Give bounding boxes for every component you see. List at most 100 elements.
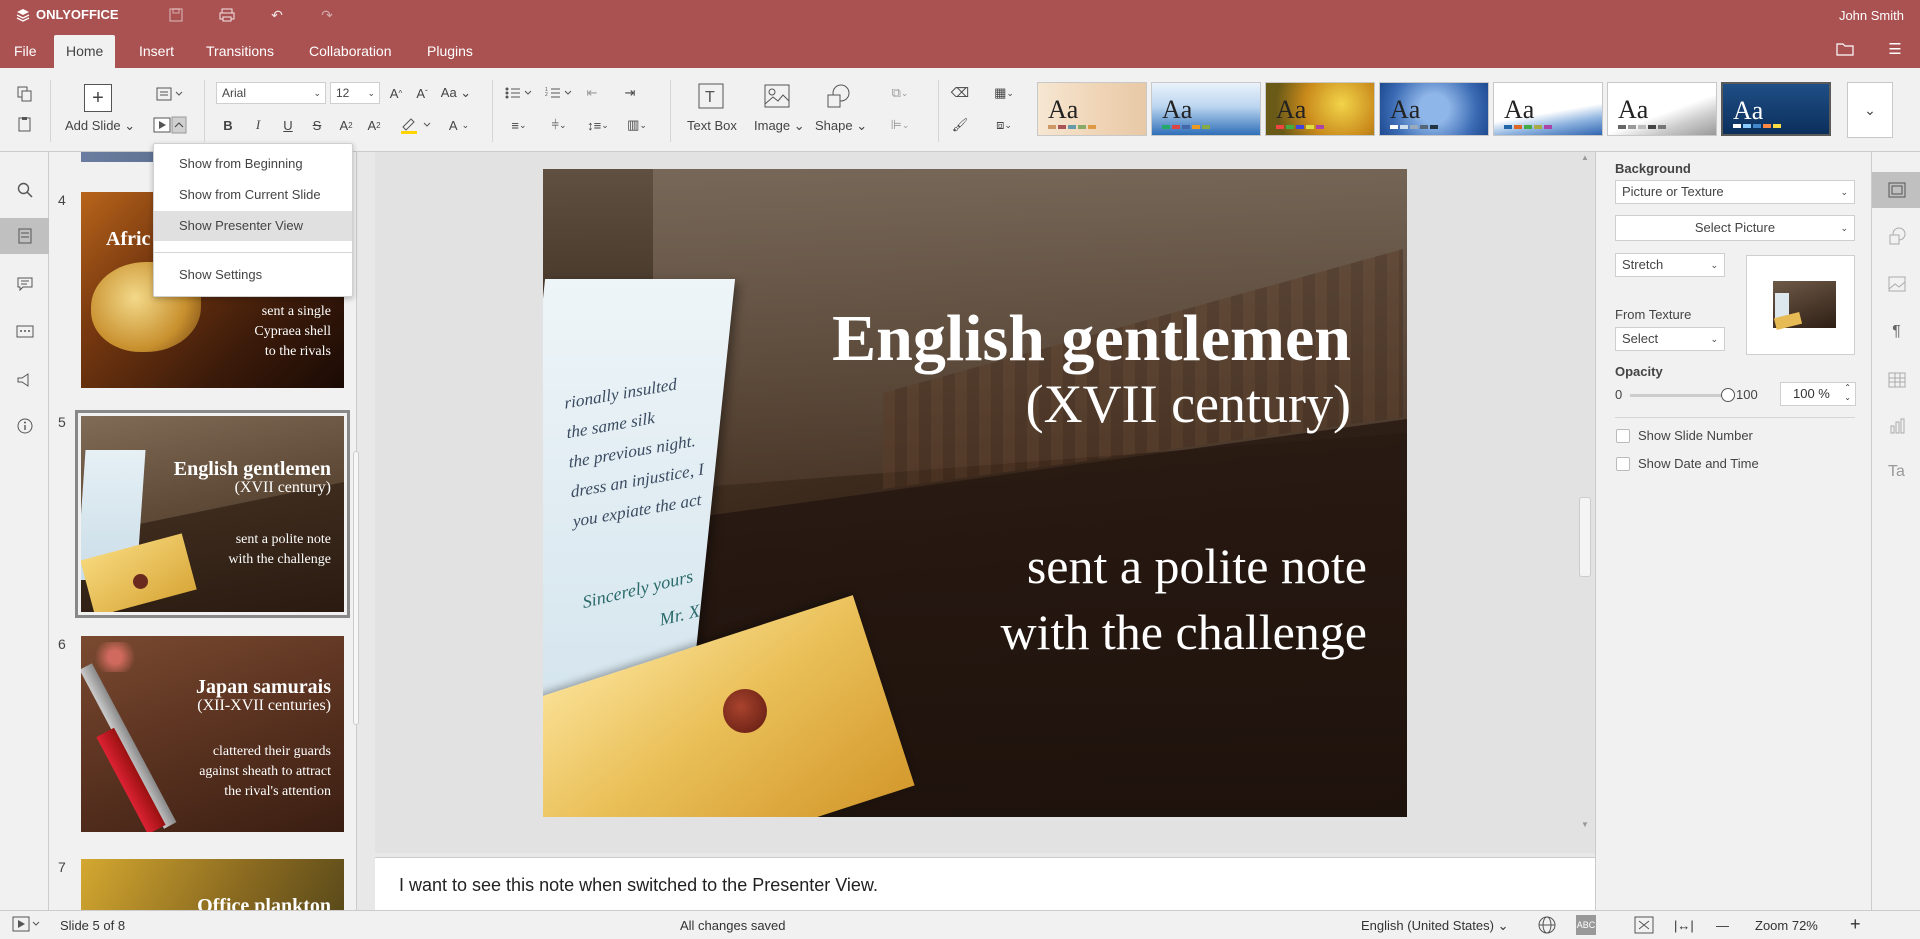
search-icon[interactable]: [0, 172, 49, 208]
change-layout-icon[interactable]: [152, 84, 188, 104]
opacity-spinner-icon[interactable]: ⌃ ⌄: [1844, 383, 1851, 403]
theme-1[interactable]: Aa: [1037, 82, 1147, 136]
chart-settings-icon[interactable]: [1872, 408, 1920, 444]
decrease-indent-icon[interactable]: ⇤: [582, 82, 602, 104]
clear-style-icon[interactable]: ⌫: [948, 82, 972, 104]
subscript-icon[interactable]: A2: [364, 114, 384, 136]
comments-icon[interactable]: [0, 266, 49, 302]
slide-vertical-scrollbar[interactable]: ▲ ▼: [1578, 152, 1592, 853]
change-case-icon[interactable]: Aa ⌄: [438, 82, 474, 104]
print-icon[interactable]: [217, 5, 237, 25]
language-select[interactable]: English (United States) ⌄: [1361, 918, 1508, 934]
underline-icon[interactable]: U: [278, 114, 298, 136]
undo-icon[interactable]: ↶: [267, 5, 287, 25]
slide-title[interactable]: English gentlemen: [832, 301, 1351, 377]
shape-icon[interactable]: [825, 82, 853, 110]
paragraph-settings-icon[interactable]: ¶: [1872, 314, 1920, 350]
shape-settings-icon[interactable]: [1872, 218, 1920, 254]
chat-icon[interactable]: [0, 314, 49, 350]
copy-icon[interactable]: [14, 84, 36, 104]
redo-icon[interactable]: ↷: [317, 5, 337, 25]
decrease-font-icon[interactable]: Aˇ: [412, 82, 432, 104]
line-spacing-icon[interactable]: ↕≡ ⌄: [582, 114, 614, 136]
highlight-color-icon[interactable]: [396, 114, 436, 136]
theme-6[interactable]: Aa: [1607, 82, 1717, 136]
slide-canvas[interactable]: rionally insulted the same silk the prev…: [543, 169, 1407, 817]
text-box-icon[interactable]: T: [697, 82, 725, 110]
open-location-icon[interactable]: [1834, 40, 1856, 58]
add-slide-button[interactable]: Add Slide ⌄: [65, 118, 135, 134]
show-slide-number-label[interactable]: Show Slide Number: [1638, 428, 1753, 443]
tab-file[interactable]: File: [2, 35, 49, 68]
show-date-time-label[interactable]: Show Date and Time: [1638, 456, 1759, 471]
user-name[interactable]: John Smith: [1839, 8, 1904, 23]
fit-width-icon[interactable]: |↔|: [1674, 918, 1694, 933]
slide-thumb-7[interactable]: Office plankton: [81, 859, 344, 910]
slide-counter[interactable]: Slide 5 of 8: [60, 918, 125, 933]
image-icon[interactable]: [763, 82, 791, 110]
shape-button[interactable]: Shape ⌄: [815, 118, 867, 134]
columns-icon[interactable]: ▥ ⌄: [620, 114, 654, 136]
vertical-align-icon[interactable]: ⫩ ⌄: [544, 114, 574, 136]
bold-icon[interactable]: B: [218, 114, 238, 136]
tab-collaboration[interactable]: Collaboration: [297, 35, 404, 68]
menu-item-show-from-current[interactable]: Show from Current Slide: [154, 180, 352, 210]
image-button[interactable]: Image ⌄: [754, 118, 805, 134]
slide-thumb-5[interactable]: English gentlemen (XVII century) sent a …: [75, 410, 350, 618]
italic-icon[interactable]: I: [248, 114, 268, 136]
show-date-time-checkbox[interactable]: [1616, 457, 1630, 471]
fill-type-select[interactable]: Picture or Texture ⌄: [1615, 180, 1855, 204]
numbering-icon[interactable]: 12: [544, 82, 574, 104]
copy-style-icon[interactable]: 🖌: [948, 114, 972, 136]
theme-7-selected[interactable]: Aa: [1721, 82, 1831, 136]
menu-item-presenter-view[interactable]: Show Presenter View: [154, 211, 352, 241]
image-settings-icon[interactable]: [1872, 266, 1920, 302]
save-icon[interactable]: [166, 5, 186, 25]
color-scheme-icon[interactable]: ▦ ⌄: [984, 82, 1024, 104]
about-icon[interactable]: [0, 408, 49, 444]
opacity-slider-thumb[interactable]: [1721, 388, 1735, 402]
bullets-icon[interactable]: [504, 82, 534, 104]
speaker-notes-panel[interactable]: I want to see this note when switched to…: [375, 857, 1595, 910]
slide-body[interactable]: sent a polite note with the challenge: [1000, 533, 1367, 665]
opacity-slider-track[interactable]: [1630, 394, 1728, 397]
spellcheck-icon[interactable]: ABC: [1576, 915, 1596, 935]
slides-icon[interactable]: [0, 218, 49, 254]
tab-home[interactable]: Home: [54, 35, 116, 68]
thumbnails-scrollbar[interactable]: [353, 451, 359, 725]
tab-insert[interactable]: Insert: [127, 35, 186, 68]
start-slideshow-button[interactable]: [152, 114, 188, 136]
speaker-notes-text[interactable]: I want to see this note when switched to…: [399, 875, 878, 896]
tab-plugins[interactable]: Plugins: [415, 35, 485, 68]
font-color-icon[interactable]: A ⌄: [442, 114, 476, 136]
theme-2[interactable]: Aa: [1151, 82, 1261, 136]
strikethrough-icon[interactable]: S: [307, 114, 327, 136]
text-art-settings-icon[interactable]: Ta: [1872, 454, 1920, 490]
menu-item-show-from-beginning[interactable]: Show from Beginning: [154, 149, 352, 179]
show-slide-number-checkbox[interactable]: [1616, 429, 1630, 443]
align-shape-icon[interactable]: ⊫ ⌄: [880, 114, 920, 136]
slide-subtitle[interactable]: (XVII century): [1026, 373, 1351, 435]
increase-indent-icon[interactable]: ⇥: [620, 82, 640, 104]
doc-language-icon[interactable]: [1538, 916, 1556, 937]
theme-3[interactable]: Aa: [1265, 82, 1375, 136]
table-settings-icon[interactable]: [1872, 362, 1920, 398]
zoom-out-icon[interactable]: —: [1716, 918, 1729, 933]
menu-item-show-settings[interactable]: Show Settings: [154, 260, 352, 290]
feedback-icon[interactable]: [0, 362, 49, 398]
stretch-select[interactable]: Stretch ⌄: [1615, 253, 1725, 277]
increase-font-icon[interactable]: A ^: [386, 82, 406, 104]
themes-more-button[interactable]: ⌄: [1847, 82, 1893, 138]
arrange-icon[interactable]: ⧉ ⌄: [880, 82, 920, 104]
font-name-select[interactable]: Arial ⌄: [216, 82, 326, 104]
hamburger-menu-icon[interactable]: ☰: [1884, 40, 1906, 58]
superscript-icon[interactable]: A2: [336, 114, 356, 136]
add-slide-icon[interactable]: +: [84, 84, 112, 112]
theme-4[interactable]: Aa: [1379, 82, 1489, 136]
texture-select[interactable]: Select ⌄: [1615, 327, 1725, 351]
select-picture-button[interactable]: Select Picture ⌄: [1615, 215, 1855, 241]
fit-slide-icon[interactable]: [1634, 916, 1654, 937]
play-slideshow-icon[interactable]: [12, 916, 42, 935]
opacity-input[interactable]: 100 % ⌃ ⌄: [1780, 382, 1856, 406]
slide-settings-icon[interactable]: [1872, 172, 1920, 208]
